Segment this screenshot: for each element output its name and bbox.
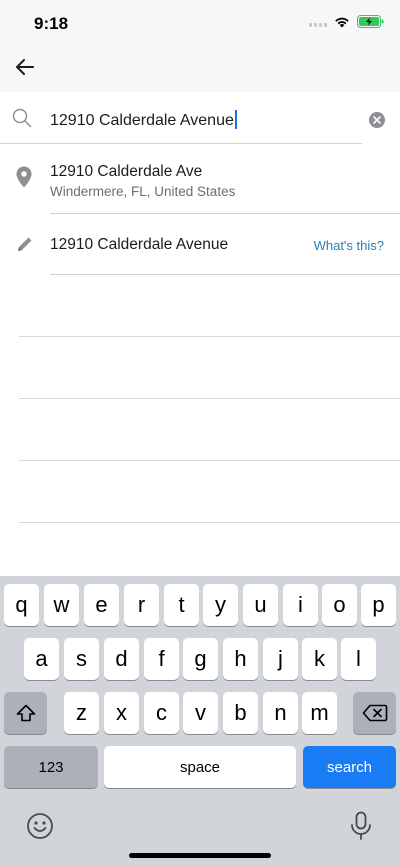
- navigation-header: [0, 46, 400, 92]
- key-e[interactable]: e: [84, 584, 119, 626]
- key-y[interactable]: y: [203, 584, 238, 626]
- key-n[interactable]: n: [263, 692, 298, 734]
- clear-search-button[interactable]: [369, 112, 385, 128]
- key-l[interactable]: l: [341, 638, 376, 680]
- wifi-icon: [335, 17, 349, 27]
- empty-row-divider: [19, 460, 400, 461]
- dictation-button[interactable]: [349, 811, 373, 841]
- empty-row-divider: [19, 522, 400, 523]
- result-subtitle: Windermere, FL, United States: [50, 184, 236, 199]
- backspace-key[interactable]: [353, 692, 396, 734]
- microphone-icon: [351, 811, 371, 840]
- key-v[interactable]: v: [183, 692, 218, 734]
- key-r[interactable]: r: [124, 584, 159, 626]
- divider: [50, 274, 400, 275]
- key-j[interactable]: j: [263, 638, 298, 680]
- backspace-icon: [362, 704, 387, 722]
- search-icon: [12, 108, 32, 128]
- cellular-signal-icon: [309, 17, 327, 27]
- back-button[interactable]: [12, 54, 38, 80]
- key-i[interactable]: i: [283, 584, 318, 626]
- on-screen-keyboard: q w e r t y u i o p a s d f g h j k l z …: [0, 576, 400, 866]
- status-time: 9:18: [34, 14, 69, 33]
- shift-arrow-icon: [16, 704, 35, 722]
- pencil-icon: [18, 237, 32, 251]
- status-icons: [309, 15, 384, 28]
- key-h[interactable]: h: [223, 638, 258, 680]
- key-p[interactable]: p: [361, 584, 396, 626]
- key-u[interactable]: u: [243, 584, 278, 626]
- search-key[interactable]: search: [303, 746, 396, 788]
- result-item-address-suggestion[interactable]: 12910 Calderdale Ave Windermere, FL, Uni…: [0, 144, 400, 214]
- search-input[interactable]: 12910 Calderdale Avenue: [50, 110, 237, 130]
- key-c[interactable]: c: [144, 692, 179, 734]
- key-k[interactable]: k: [302, 638, 337, 680]
- emoji-button[interactable]: [26, 812, 54, 840]
- key-g[interactable]: g: [183, 638, 218, 680]
- key-w[interactable]: w: [44, 584, 79, 626]
- key-a[interactable]: a: [24, 638, 59, 680]
- key-q[interactable]: q: [4, 584, 39, 626]
- empty-row-divider: [19, 336, 400, 337]
- empty-row-divider: [19, 398, 400, 399]
- whats-this-link[interactable]: What's this?: [314, 238, 384, 253]
- battery-charging-icon: [357, 15, 384, 28]
- result-title: 12910 Calderdale Ave: [50, 163, 203, 180]
- result-title: 12910 Calderdale Avenue: [50, 236, 229, 253]
- result-item-custom-entry[interactable]: 12910 Calderdale Avenue What's this?: [0, 214, 400, 275]
- key-f[interactable]: f: [144, 638, 179, 680]
- search-query-text: 12910 Calderdale Avenue: [50, 112, 234, 129]
- emoji-icon: [27, 813, 53, 839]
- shift-key[interactable]: [4, 692, 47, 734]
- key-x[interactable]: x: [104, 692, 139, 734]
- key-t[interactable]: t: [164, 584, 199, 626]
- close-icon: [373, 116, 381, 124]
- location-pin-icon: [16, 166, 32, 188]
- arrow-left-icon: [16, 59, 34, 75]
- key-z[interactable]: z: [64, 692, 99, 734]
- home-indicator[interactable]: [129, 853, 271, 858]
- text-cursor: [234, 110, 237, 129]
- key-m[interactable]: m: [302, 692, 337, 734]
- status-bar: 9:18: [0, 0, 400, 46]
- key-o[interactable]: o: [322, 584, 357, 626]
- key-b[interactable]: b: [223, 692, 258, 734]
- space-key[interactable]: space: [104, 746, 296, 788]
- search-bar: 12910 Calderdale Avenue: [0, 92, 400, 144]
- key-s[interactable]: s: [64, 638, 99, 680]
- numbers-key[interactable]: 123: [4, 746, 98, 788]
- key-d[interactable]: d: [104, 638, 139, 680]
